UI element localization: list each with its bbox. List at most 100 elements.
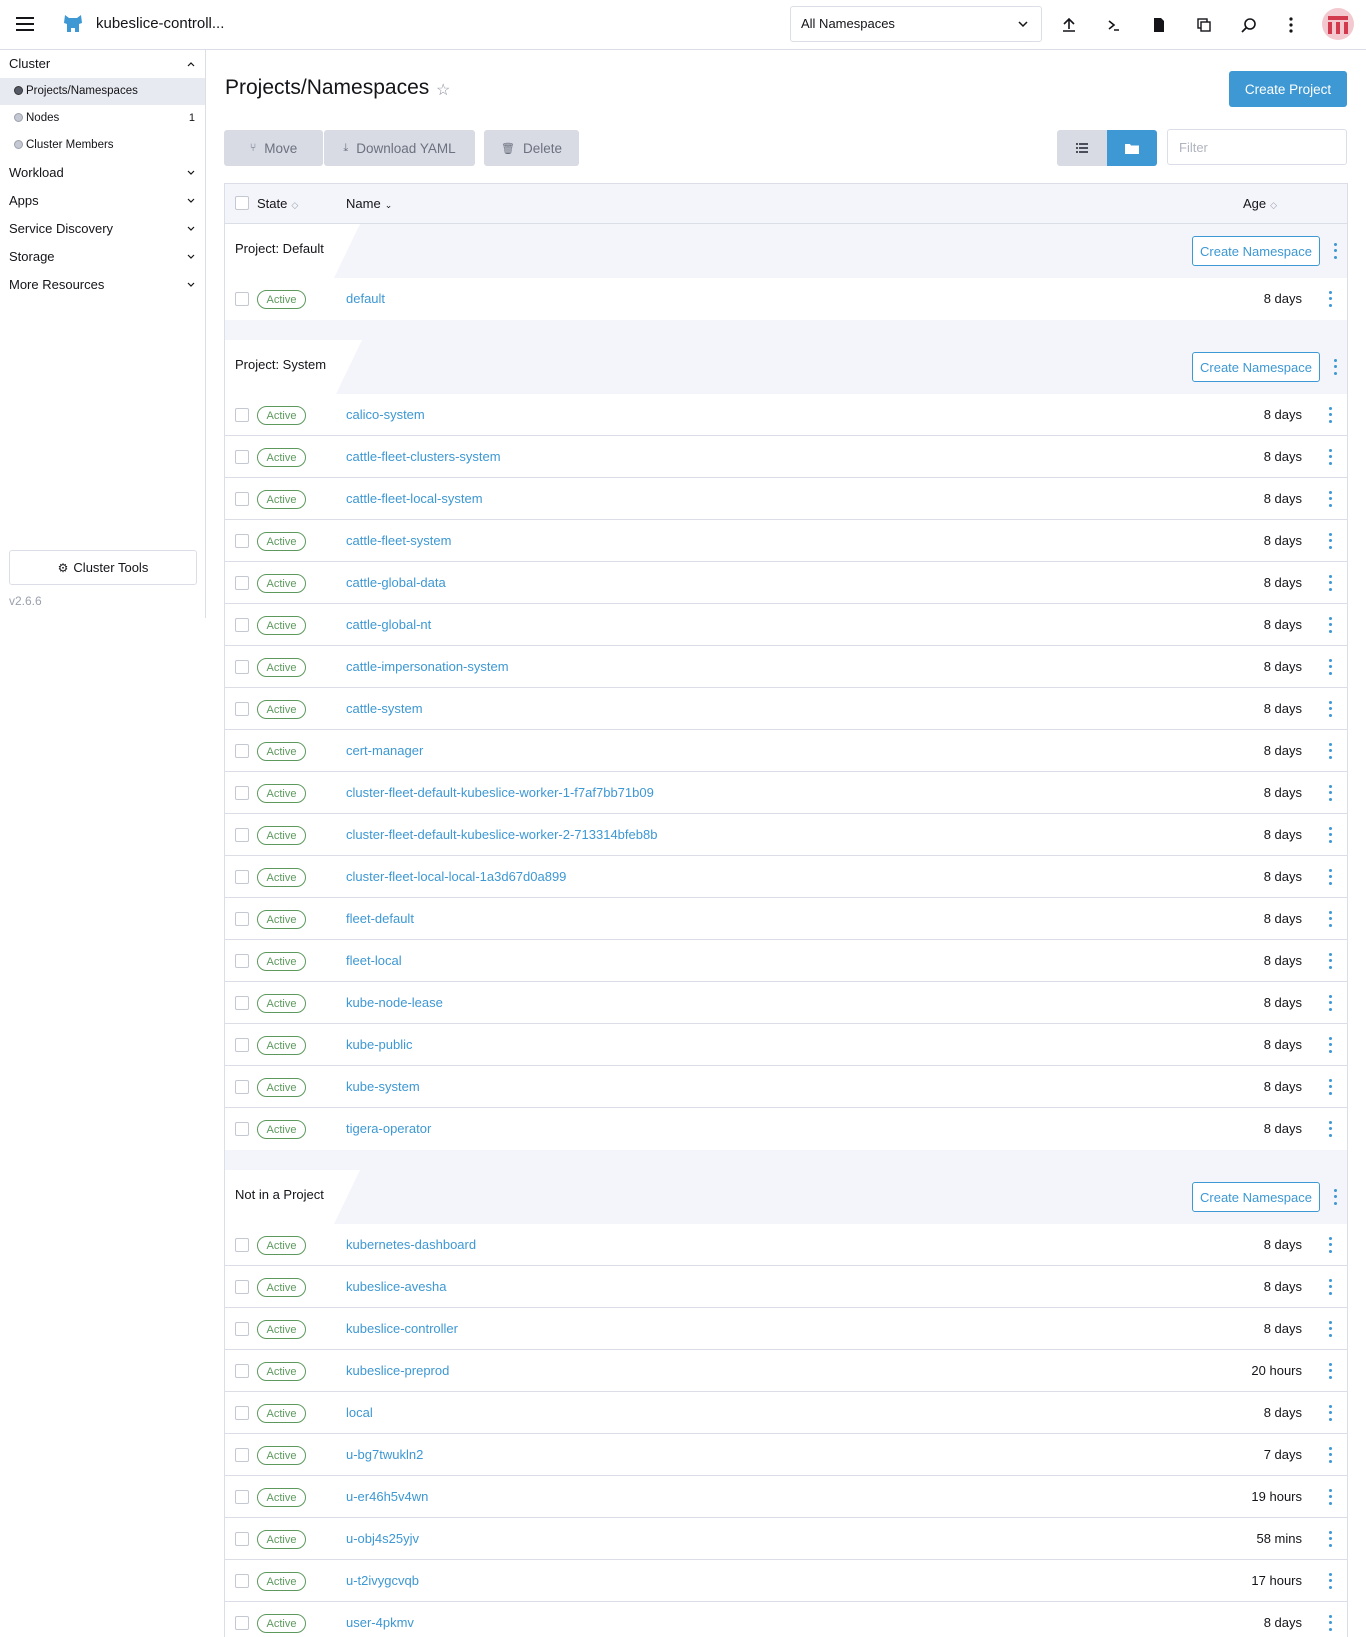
create-namespace-button[interactable]: Create Namespace xyxy=(1192,352,1320,382)
namespace-link[interactable]: cluster-fleet-default-kubeslice-worker-1… xyxy=(346,785,654,800)
namespace-link[interactable]: cattle-system xyxy=(346,701,423,716)
namespace-link[interactable]: kubeslice-controller xyxy=(346,1321,458,1336)
row-actions-icon[interactable] xyxy=(1325,531,1335,551)
row-checkbox[interactable] xyxy=(235,828,249,842)
row-actions-icon[interactable] xyxy=(1325,489,1335,509)
namespace-link[interactable]: fleet-default xyxy=(346,911,414,926)
group-actions-icon[interactable] xyxy=(1330,241,1340,261)
search-icon[interactable] xyxy=(1238,14,1260,36)
create-project-button[interactable]: Create Project xyxy=(1229,71,1347,107)
create-namespace-button[interactable]: Create Namespace xyxy=(1192,236,1320,266)
row-checkbox[interactable] xyxy=(235,1616,249,1630)
user-avatar[interactable] xyxy=(1322,8,1354,40)
cluster-name[interactable]: kubeslice-controll... xyxy=(96,15,224,32)
namespace-link[interactable]: kubernetes-dashboard xyxy=(346,1237,476,1252)
row-checkbox[interactable] xyxy=(235,1364,249,1378)
row-actions-icon[interactable] xyxy=(1325,867,1335,887)
namespace-link[interactable]: u-bg7twukln2 xyxy=(346,1447,423,1462)
row-checkbox[interactable] xyxy=(235,912,249,926)
row-checkbox[interactable] xyxy=(235,1122,249,1136)
nav-group-more-resources[interactable]: More Resources xyxy=(0,271,205,299)
namespace-link[interactable]: local xyxy=(346,1405,373,1420)
row-actions-icon[interactable] xyxy=(1325,909,1335,929)
namespace-link[interactable]: user-4pkmv xyxy=(346,1615,414,1630)
namespace-link[interactable]: kube-public xyxy=(346,1037,413,1052)
namespace-link[interactable]: u-er46h5v4wn xyxy=(346,1489,428,1504)
namespace-link[interactable]: cattle-impersonation-system xyxy=(346,659,509,674)
file-icon[interactable] xyxy=(1148,14,1170,36)
row-checkbox[interactable] xyxy=(235,1574,249,1588)
nav-group-cluster[interactable]: Cluster xyxy=(0,50,205,78)
group-actions-icon[interactable] xyxy=(1330,1187,1340,1207)
row-actions-icon[interactable] xyxy=(1325,657,1335,677)
row-actions-icon[interactable] xyxy=(1325,1235,1335,1255)
row-checkbox[interactable] xyxy=(235,1238,249,1252)
nav-group-service-discovery[interactable]: Service Discovery xyxy=(0,215,205,243)
create-namespace-button[interactable]: Create Namespace xyxy=(1192,1182,1320,1212)
row-actions-icon[interactable] xyxy=(1325,825,1335,845)
column-header-age[interactable]: Age ◇ xyxy=(1243,196,1277,211)
column-header-state[interactable]: State ◇ xyxy=(257,196,298,211)
nav-group-apps[interactable]: Apps xyxy=(0,187,205,215)
row-actions-icon[interactable] xyxy=(1325,1277,1335,1297)
row-actions-icon[interactable] xyxy=(1325,1119,1335,1139)
menu-icon[interactable] xyxy=(16,17,34,31)
namespace-link[interactable]: cluster-fleet-default-kubeslice-worker-2… xyxy=(346,827,657,842)
column-header-name[interactable]: Name ⌄ xyxy=(346,196,392,211)
namespace-link[interactable]: kubeslice-avesha xyxy=(346,1279,446,1294)
row-checkbox[interactable] xyxy=(235,492,249,506)
nav-group-workload[interactable]: Workload xyxy=(0,159,205,187)
terminal-icon[interactable] xyxy=(1103,14,1125,36)
row-actions-icon[interactable] xyxy=(1325,405,1335,425)
row-actions-icon[interactable] xyxy=(1325,615,1335,635)
namespace-select[interactable]: All Namespaces xyxy=(790,6,1042,42)
row-checkbox[interactable] xyxy=(235,1080,249,1094)
download-yaml-button[interactable]: ⤓ Download YAML xyxy=(324,130,475,166)
namespace-link[interactable]: cattle-fleet-clusters-system xyxy=(346,449,501,464)
row-actions-icon[interactable] xyxy=(1325,1077,1335,1097)
row-actions-icon[interactable] xyxy=(1325,573,1335,593)
row-actions-icon[interactable] xyxy=(1325,699,1335,719)
namespace-link[interactable]: cattle-fleet-local-system xyxy=(346,491,483,506)
row-checkbox[interactable] xyxy=(235,996,249,1010)
row-actions-icon[interactable] xyxy=(1325,1487,1335,1507)
group-view-toggle[interactable] xyxy=(1107,130,1157,166)
row-checkbox[interactable] xyxy=(235,1448,249,1462)
nav-item-cluster-members[interactable]: Cluster Members xyxy=(0,132,205,159)
row-actions-icon[interactable] xyxy=(1325,993,1335,1013)
upload-icon[interactable] xyxy=(1058,14,1080,36)
nav-item-nodes[interactable]: Nodes 1 xyxy=(0,105,205,132)
namespace-link[interactable]: cluster-fleet-local-local-1a3d67d0a899 xyxy=(346,869,566,884)
row-checkbox[interactable] xyxy=(235,660,249,674)
row-checkbox[interactable] xyxy=(235,744,249,758)
namespace-link[interactable]: u-t2ivygcvqb xyxy=(346,1573,419,1588)
select-all-checkbox[interactable] xyxy=(235,196,249,210)
nav-group-storage[interactable]: Storage xyxy=(0,243,205,271)
cluster-tools-button[interactable]: ⚙ Cluster Tools xyxy=(9,550,197,585)
row-checkbox[interactable] xyxy=(235,954,249,968)
row-checkbox[interactable] xyxy=(235,1532,249,1546)
row-checkbox[interactable] xyxy=(235,870,249,884)
namespace-link[interactable]: kube-node-lease xyxy=(346,995,443,1010)
row-actions-icon[interactable] xyxy=(1325,783,1335,803)
row-checkbox[interactable] xyxy=(235,1038,249,1052)
move-button[interactable]: ⑂ Move xyxy=(224,130,323,166)
nav-item-projects-namespaces[interactable]: Projects/Namespaces xyxy=(0,78,205,105)
namespace-link[interactable]: u-obj4s25yjv xyxy=(346,1531,419,1546)
group-actions-icon[interactable] xyxy=(1330,357,1340,377)
list-view-toggle[interactable] xyxy=(1057,130,1107,166)
row-checkbox[interactable] xyxy=(235,534,249,548)
namespace-link[interactable]: kube-system xyxy=(346,1079,420,1094)
row-checkbox[interactable] xyxy=(235,618,249,632)
row-checkbox[interactable] xyxy=(235,408,249,422)
row-actions-icon[interactable] xyxy=(1325,289,1335,309)
namespace-link[interactable]: cattle-global-nt xyxy=(346,617,431,632)
row-checkbox[interactable] xyxy=(235,786,249,800)
row-actions-icon[interactable] xyxy=(1325,951,1335,971)
row-checkbox[interactable] xyxy=(235,1490,249,1504)
row-actions-icon[interactable] xyxy=(1325,1319,1335,1339)
namespace-link[interactable]: kubeslice-preprod xyxy=(346,1363,449,1378)
row-actions-icon[interactable] xyxy=(1325,1613,1335,1633)
namespace-link[interactable]: cattle-fleet-system xyxy=(346,533,451,548)
row-actions-icon[interactable] xyxy=(1325,1361,1335,1381)
